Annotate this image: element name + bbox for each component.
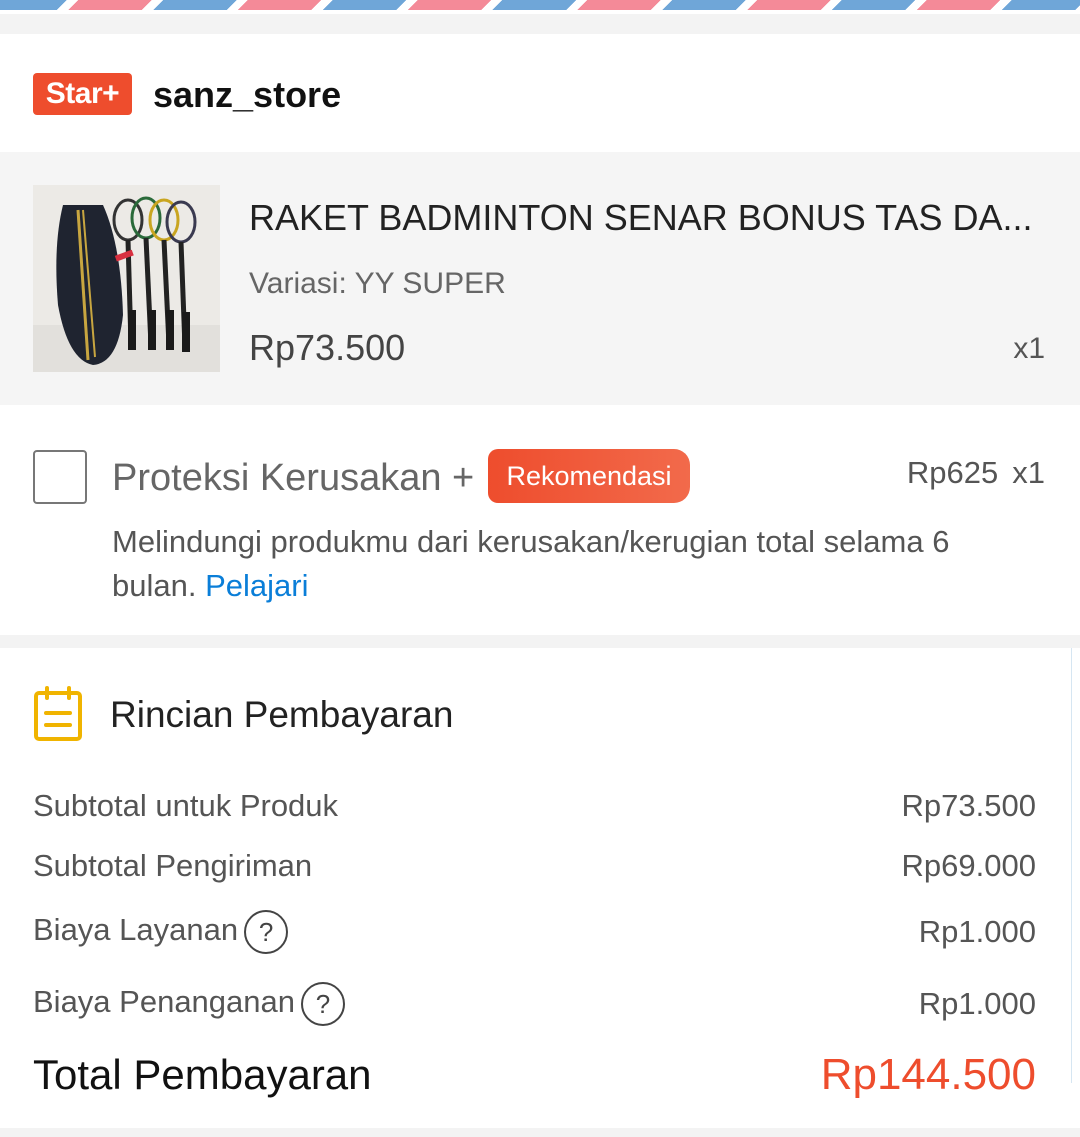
row-label-wrap: Biaya Layanan? [33, 910, 289, 954]
row-label: Biaya Penanganan [33, 984, 296, 1020]
total-value: Rp144.500 [820, 1050, 1036, 1099]
product-thumbnail[interactable] [33, 185, 220, 372]
row-value: Rp1.000 [918, 914, 1036, 949]
total-label: Total Pembayaran [33, 1051, 372, 1098]
payment-details-section: Rincian Pembayaran Subtotal untuk Produk… [0, 648, 1080, 1128]
star-plus-badge: Star+ [33, 73, 132, 115]
protection-title[interactable]: Proteksi Kerusakan + [112, 457, 474, 500]
row-label: Subtotal untuk Produk [33, 788, 339, 823]
learn-more-link[interactable]: Pelajari [205, 568, 308, 603]
row-value: Rp1.000 [918, 986, 1036, 1021]
protection-checkbox[interactable] [33, 450, 87, 504]
row-value: Rp69.000 [901, 848, 1036, 883]
handling-fee-row: Biaya Penanganan? Rp1.000 [33, 982, 1036, 1026]
receipt-icon [33, 686, 83, 742]
product-quantity: x1 [1013, 332, 1045, 365]
protection-price-value: Rp625 [906, 455, 999, 490]
subtotal-product-row: Subtotal untuk Produk Rp73.500 [33, 788, 1036, 824]
service-fee-row: Biaya Layanan? Rp1.000 [33, 910, 1036, 954]
airmail-border [0, 0, 1080, 14]
scroll-edge [1071, 648, 1080, 1083]
store-header[interactable]: Star+ sanz_store [0, 34, 1080, 152]
row-label: Biaya Layanan [33, 912, 239, 948]
recommendation-badge: Rekomendasi [488, 449, 690, 503]
subtotal-shipping-row: Subtotal Pengiriman Rp69.000 [33, 848, 1036, 884]
row-value: Rp73.500 [901, 788, 1036, 823]
row-label: Subtotal Pengiriman [33, 848, 313, 883]
product-item[interactable]: RAKET BADMINTON SENAR BONUS TAS DA... Va… [0, 152, 1080, 405]
payment-heading: Rincian Pembayaran [110, 694, 454, 735]
row-label-wrap: Biaya Penanganan? [33, 982, 346, 1026]
question-circle-icon[interactable]: ? [301, 982, 346, 1026]
product-price: Rp73.500 [249, 327, 406, 368]
protection-quantity: x1 [1012, 455, 1045, 490]
protection-description: Melindungi produkmu dari kerusakan/kerug… [112, 520, 1042, 608]
total-payment-row: Total Pembayaran Rp144.500 [33, 1050, 1036, 1100]
protection-price: Rp625 x1 [907, 455, 1045, 491]
product-title[interactable]: RAKET BADMINTON SENAR BONUS TAS DA... [249, 197, 1049, 239]
damage-protection-section: Proteksi Kerusakan + Rekomendasi Rp625 x1… [0, 405, 1080, 635]
question-circle-icon[interactable]: ? [244, 910, 289, 954]
product-variant: Variasi: YY SUPER [249, 267, 506, 300]
store-name[interactable]: sanz_store [153, 74, 341, 116]
